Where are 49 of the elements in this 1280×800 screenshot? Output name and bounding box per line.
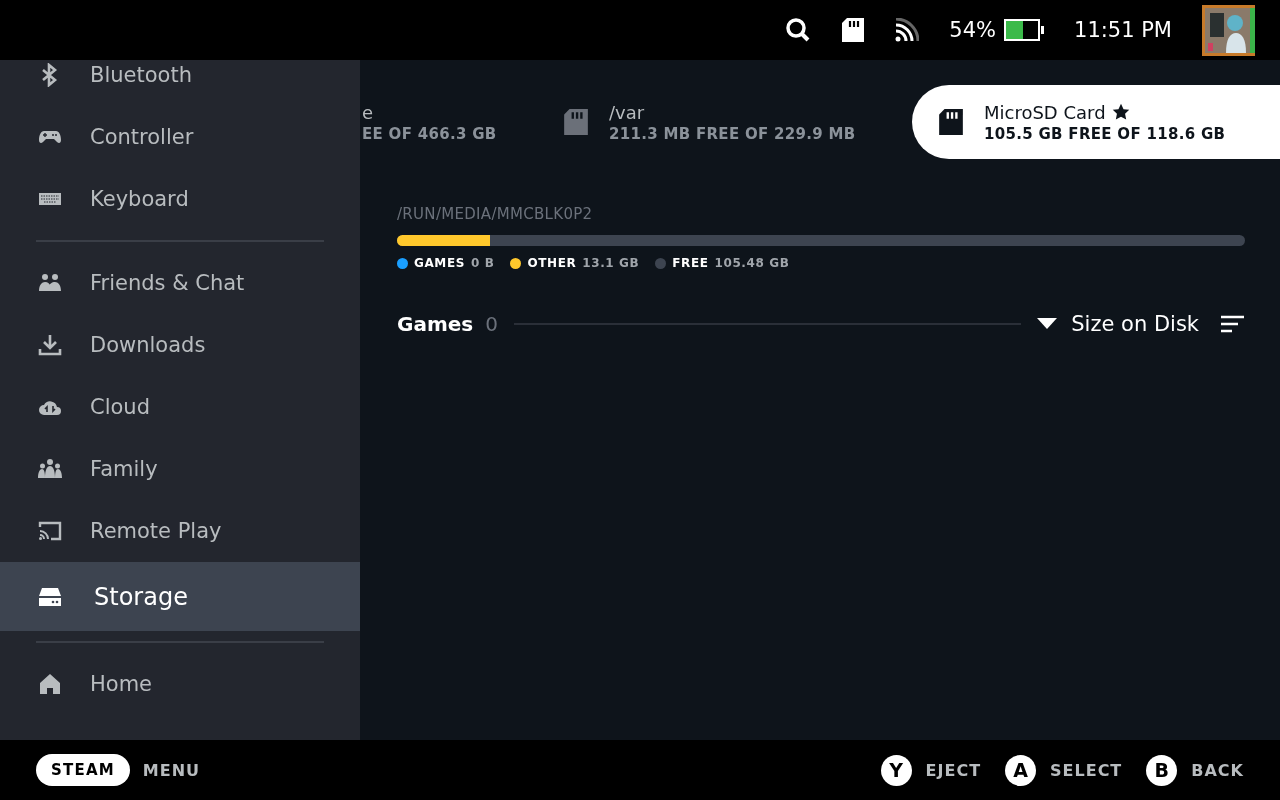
legend-label: OTHER (527, 256, 577, 270)
menu-item[interactable]: Downloads (0, 314, 360, 376)
drive-name: /var (609, 101, 645, 123)
caret-icon (1037, 318, 1058, 330)
menu-item[interactable]: Keyboard (0, 168, 360, 230)
menu-hint: MENU (142, 760, 201, 780)
menu-item[interactable]: Cloud (0, 376, 360, 438)
drive-path: /RUN/MEDIA/MMCBLK0P2 (397, 205, 594, 223)
action-hint[interactable]: SELECT (1050, 760, 1123, 780)
drive-space: 211.3 MB FREE OF 229.9 MB (609, 124, 856, 143)
drive-tab[interactable]: e EE OF 466.3 GB (362, 85, 552, 159)
legend-label: FREE (672, 256, 709, 270)
menu-item[interactable]: Remote Play (0, 500, 360, 562)
drive-space: EE OF 466.3 GB (362, 124, 497, 143)
action-hint[interactable]: EJECT (925, 760, 982, 780)
group-icon (36, 457, 64, 481)
menu-item[interactable]: Storage (0, 562, 360, 631)
action-hint[interactable]: BACK (1191, 760, 1244, 780)
legend-value: 0 B (470, 256, 495, 270)
clock: 11:51 PM (1074, 18, 1172, 42)
menu-item[interactable]: Home (0, 653, 360, 715)
sd-card-icon (938, 108, 964, 136)
menu-item[interactable]: Controller (0, 106, 360, 168)
battery-percent: 54% (949, 18, 996, 42)
controller-button-icon: A (1005, 754, 1037, 786)
sd-card-icon (563, 108, 589, 136)
sort-dropdown[interactable]: Size on Disk (1037, 312, 1199, 336)
drive-tab[interactable]: /var 211.3 MB FREE OF 229.9 MB (552, 85, 912, 159)
controller-button-icon: Y (880, 754, 912, 786)
drive-space: 105.5 GB FREE OF 118.6 GB (984, 124, 1226, 143)
controller-button-icon: B (1146, 754, 1178, 786)
games-count: 0 (485, 312, 498, 336)
sd-card-icon (841, 17, 866, 43)
section-title: Games (397, 312, 474, 336)
legend-value: 13.1 GB (582, 256, 640, 270)
signal-icon (895, 18, 920, 42)
search-icon[interactable] (785, 17, 812, 43)
sort-icon[interactable] (1221, 315, 1245, 333)
download-icon (36, 333, 64, 357)
steam-button[interactable]: STEAM (36, 754, 130, 786)
menu-item[interactable]: Family (0, 438, 360, 500)
drive-name: MicroSD Card (984, 101, 1106, 123)
screen-cast-icon (36, 519, 64, 543)
legend-label: GAMES (414, 256, 465, 270)
menu-item[interactable]: Friends & Chat (0, 252, 360, 314)
menu-item[interactable]: Bluetooth (0, 60, 360, 106)
drive-tab[interactable]: MicroSD Card 105.5 GB FREE OF 118.6 GB (912, 85, 1280, 159)
legend-value: 105.48 GB (714, 256, 790, 270)
drive-name: e (362, 101, 374, 123)
